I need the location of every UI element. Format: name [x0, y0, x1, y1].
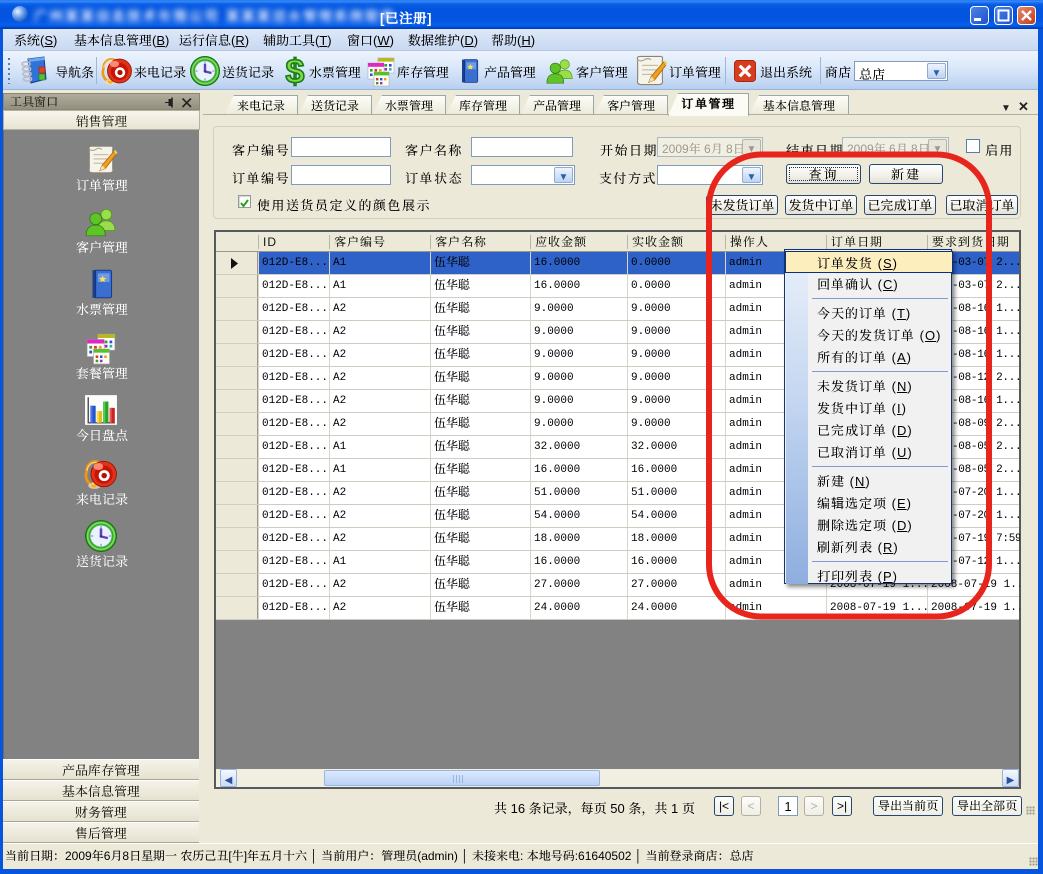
- svg-text:$: $: [286, 55, 305, 87]
